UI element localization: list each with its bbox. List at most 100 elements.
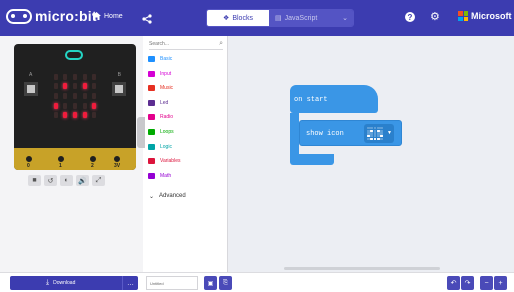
simulator-controls: ■ ↺ ◐ 🔊 ⤢ bbox=[28, 175, 105, 186]
home-icon bbox=[92, 12, 101, 20]
zoom-in-icon: + bbox=[498, 279, 503, 287]
button-b-label: B bbox=[117, 72, 121, 78]
led-r0-c4 bbox=[92, 73, 97, 80]
simulator-panel: A B 0 1 2 3V ■ ↺ ◐ 🔊 ⤢ bbox=[0, 36, 143, 272]
javascript-label: JavaScript bbox=[284, 14, 318, 22]
undo-button[interactable]: ↶ bbox=[447, 276, 460, 290]
github-button[interactable]: ⎘ bbox=[219, 276, 232, 290]
led-r1-c2 bbox=[72, 83, 77, 90]
category-label: Led bbox=[160, 99, 169, 106]
fullscreen-button[interactable]: ⤢ bbox=[92, 175, 105, 186]
led-r4-c4 bbox=[92, 112, 97, 119]
icon-dot-r4-c2 bbox=[373, 137, 377, 140]
icon-dot-r3-c1 bbox=[370, 135, 374, 138]
led-r0-c0 bbox=[53, 73, 58, 80]
icon-dot-r0-c2 bbox=[373, 127, 377, 130]
category-basic[interactable]: Basic bbox=[143, 52, 228, 66]
led-r2-c0 bbox=[53, 92, 58, 99]
search-icon[interactable]: ⌕ bbox=[219, 40, 223, 48]
category-label: Music bbox=[160, 85, 174, 92]
chevron-down-icon[interactable]: ⌄ bbox=[342, 14, 348, 22]
led-r0-c2 bbox=[72, 73, 77, 80]
stop-icon: ■ bbox=[32, 177, 37, 184]
on-start-label: on start bbox=[294, 96, 328, 104]
editor-toggle: ❖ Blocks ▤ JavaScript ⌄ bbox=[206, 9, 354, 27]
download-label: Download bbox=[53, 280, 76, 286]
category-loops[interactable]: Loops bbox=[143, 125, 228, 139]
led-r0-c1 bbox=[63, 73, 68, 80]
led-r4-c2 bbox=[72, 112, 77, 119]
led-r3-c0 bbox=[53, 102, 58, 109]
led-r2-c3 bbox=[82, 92, 87, 99]
led-icon bbox=[148, 99, 155, 106]
category-led[interactable]: Led bbox=[143, 96, 228, 110]
volume-icon: 🔊 bbox=[78, 177, 87, 185]
project-name-input[interactable] bbox=[146, 276, 198, 290]
help-button[interactable]: ? bbox=[405, 12, 415, 22]
on-start-block[interactable]: on start bbox=[290, 85, 378, 113]
led-matrix bbox=[51, 72, 99, 120]
button-b[interactable] bbox=[112, 82, 126, 96]
basic-icon bbox=[148, 56, 155, 62]
icon-dot-r3-c4 bbox=[380, 135, 383, 138]
save-button[interactable]: ▣ bbox=[204, 276, 217, 290]
brand-name: micro:bit bbox=[35, 8, 97, 24]
javascript-tab[interactable]: ▤ JavaScript ⌄ bbox=[269, 10, 353, 26]
microbit-board: A B 0 1 2 3V bbox=[14, 44, 136, 170]
show-icon-block[interactable]: show icon ▼ bbox=[299, 120, 402, 146]
music-icon bbox=[148, 85, 155, 92]
led-r0-c3 bbox=[82, 73, 87, 80]
brand[interactable]: micro:bit bbox=[6, 8, 97, 24]
category-label: Loops bbox=[160, 129, 174, 135]
variables-icon bbox=[148, 158, 155, 165]
chevron-down-icon: ⌄ bbox=[149, 193, 155, 200]
settings-button[interactable]: ⚙ bbox=[430, 11, 440, 23]
show-icon-label: show icon bbox=[306, 130, 344, 138]
home-button[interactable]: Home bbox=[92, 12, 123, 20]
slowmo-button[interactable]: ◐ bbox=[60, 175, 73, 186]
category-variables[interactable]: Variables bbox=[143, 154, 228, 168]
icon-dot-r4-c4 bbox=[380, 137, 383, 140]
zoom-in-button[interactable]: + bbox=[494, 276, 507, 290]
category-advanced[interactable]: ⌄ Advanced bbox=[143, 189, 228, 203]
download-button[interactable]: ⤓ Download … bbox=[10, 276, 138, 290]
redo-button[interactable]: ↷ bbox=[461, 276, 474, 290]
download-more-button[interactable]: … bbox=[122, 276, 138, 290]
category-music[interactable]: Music bbox=[143, 81, 228, 95]
icon-picker-field[interactable]: ▼ bbox=[364, 124, 394, 143]
makecode-editor: micro:bit Home ❖ Blocks ▤ JavaScript ⌄ ?… bbox=[0, 0, 514, 292]
microsoft-logo[interactable]: Microsoft bbox=[458, 11, 512, 21]
input-icon bbox=[148, 70, 155, 77]
restart-button[interactable]: ↺ bbox=[44, 175, 57, 186]
search-input[interactable] bbox=[149, 40, 209, 47]
led-r4-c0 bbox=[53, 112, 58, 119]
category-label: Radio bbox=[160, 114, 174, 121]
led-r4-c3 bbox=[82, 112, 87, 119]
led-r3-c3 bbox=[82, 102, 87, 109]
redo-icon: ↷ bbox=[464, 280, 471, 287]
led-r3-c1 bbox=[63, 102, 68, 109]
github-icon: ⎘ bbox=[223, 279, 228, 286]
on-start-block-footer bbox=[290, 154, 334, 165]
category-radio[interactable]: Radio bbox=[143, 110, 228, 124]
category-input[interactable]: Input bbox=[143, 67, 228, 81]
blocks-tab[interactable]: ❖ Blocks bbox=[207, 10, 269, 26]
restart-icon: ↺ bbox=[47, 177, 54, 185]
blocks-workspace[interactable]: on start show icon ▼ bbox=[228, 36, 514, 272]
category-math[interactable]: Math bbox=[143, 169, 228, 183]
category-label: Input bbox=[160, 70, 172, 77]
led-r2-c1 bbox=[63, 92, 68, 99]
share-button[interactable] bbox=[142, 11, 152, 29]
zoom-out-button[interactable]: − bbox=[480, 276, 493, 290]
category-logic[interactable]: Logic bbox=[143, 140, 228, 154]
led-r1-c3 bbox=[82, 83, 87, 90]
horizontal-scrollbar[interactable] bbox=[284, 267, 440, 270]
home-label: Home bbox=[104, 12, 123, 20]
stop-button[interactable]: ■ bbox=[28, 175, 41, 186]
blocks-label: Blocks bbox=[232, 14, 253, 22]
microsoft-label: Microsoft bbox=[471, 11, 512, 21]
toolbox-search[interactable]: ⌕ bbox=[149, 38, 223, 50]
button-a[interactable] bbox=[24, 82, 38, 96]
led-r4-c1 bbox=[63, 112, 68, 119]
mute-button[interactable]: 🔊 bbox=[76, 175, 89, 186]
